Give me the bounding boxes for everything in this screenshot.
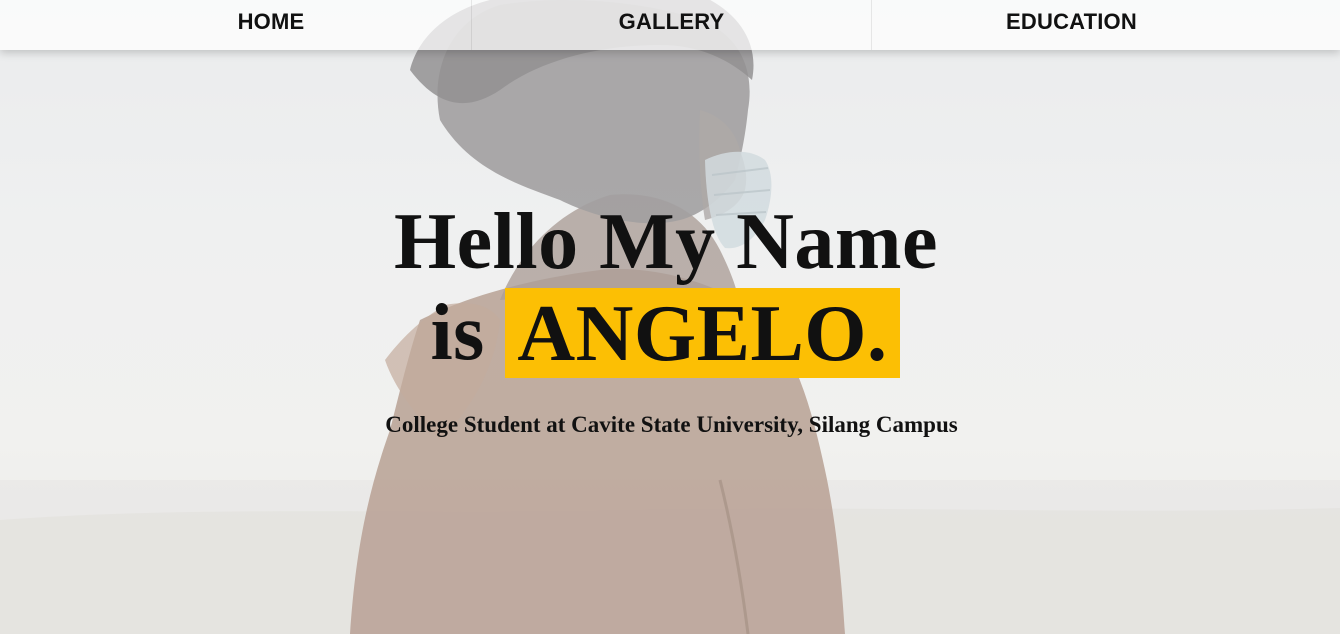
- hero-heading-prefix: is: [430, 289, 485, 377]
- nav-gallery-link[interactable]: GALLERY: [471, 0, 871, 50]
- hero-heading-line-2: is ANGELO.: [0, 288, 1340, 378]
- nav-education-link[interactable]: EDUCATION: [871, 0, 1340, 50]
- hero-subtitle: College Student at Cavite State Universi…: [385, 412, 958, 437]
- hero-heading-line-1: Hello My Name: [393, 198, 939, 286]
- top-navigation-bar: HOME GALLERY EDUCATION: [0, 0, 1340, 50]
- nav-home-link[interactable]: HOME: [0, 0, 471, 50]
- highlighted-name: ANGELO.: [505, 288, 900, 378]
